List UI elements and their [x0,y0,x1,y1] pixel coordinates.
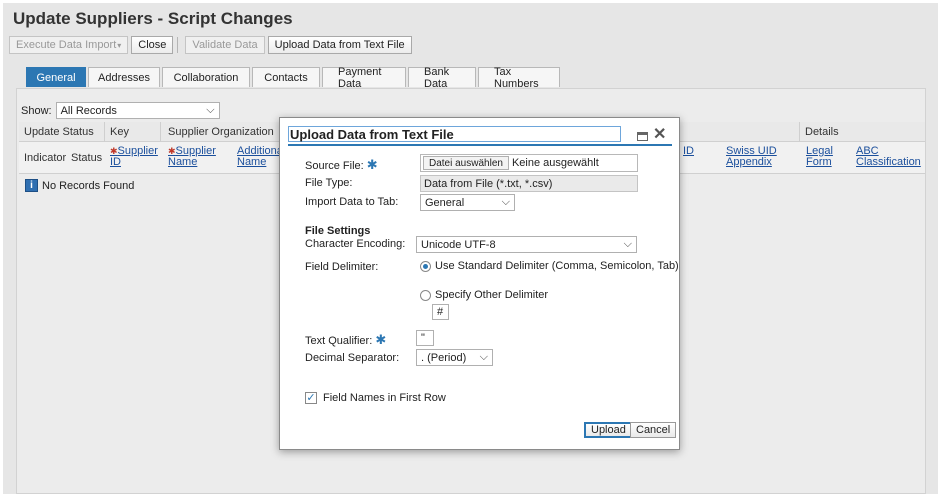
close-icon[interactable]: ✕ [653,127,666,143]
source-file-field: Datei auswählen Keine ausgewählt [420,154,638,172]
upload-data-button[interactable]: Upload Data from Text File [267,36,412,54]
tab-general[interactable]: General [26,67,86,87]
standard-delimiter-option[interactable]: Use Standard Delimiter (Comma, Semicolon… [420,260,679,272]
asterisk-icon: ✱ [366,157,378,172]
col-swiss-uid-appendix[interactable]: Swiss UID Appendix [726,146,777,168]
toolbar: Execute Data Import ▾ Close Validate Data… [6,34,938,56]
empty-state: i No Records Found [25,179,134,192]
chevron-down-icon: ⌵ [623,238,632,250]
other-delimiter-input[interactable]: # [432,304,449,320]
encoding-select[interactable]: Unicode UTF-8 ⌵ [416,236,637,253]
other-delimiter-option[interactable]: Specify Other Delimiter [420,289,548,301]
group-details: Details [805,126,839,138]
page-title: Update Suppliers - Script Changes [13,9,293,28]
decimal-separator-select[interactable]: . (Period) ⌵ [416,349,493,366]
dropdown-arrow-icon: ▾ [117,40,122,50]
source-file-label: Source File: ✱ [305,157,378,172]
info-icon: i [25,179,38,192]
filter-value: All Records [60,105,117,117]
maximize-icon[interactable] [637,132,648,141]
tab-payment-data[interactable]: Payment Data [322,66,406,90]
tab-strip: General Addresses Collaboration Contacts… [26,66,562,90]
col-id[interactable]: ID [683,146,694,157]
chevron-down-icon: ⌵ [501,196,510,208]
radio-selected[interactable] [420,260,431,272]
group-supplier-organization: Supplier Organization [168,126,274,138]
group-key: Key [110,126,129,138]
import-tab-select[interactable]: General ⌵ [420,194,515,211]
execute-data-import-button[interactable]: Execute Data Import ▾ [9,36,129,54]
tab-addresses[interactable]: Addresses [88,67,160,87]
file-type-label: File Type: [305,177,353,189]
tab-collaboration[interactable]: Collaboration [162,67,250,87]
file-type-field: Data from File (*.txt, *.csv) [420,175,638,192]
tab-contacts[interactable]: Contacts [252,67,320,87]
chevron-down-icon: ⌵ [206,104,215,116]
close-button[interactable]: Close [131,36,174,54]
asterisk-icon: ✱ [375,332,387,347]
col-status: Status [71,152,103,164]
col-supplier-name[interactable]: ✱Supplier Name [168,146,216,168]
title-underline [288,144,672,146]
encoding-label: Character Encoding: [305,238,406,250]
chevron-down-icon: ⌵ [479,351,488,363]
col-supplier-id[interactable]: ✱Supplier ID [110,146,158,168]
field-delimiter-label: Field Delimiter: [305,261,379,273]
filter-row: Show: All Records ⌵ [21,102,220,119]
radio-unselected[interactable] [420,289,431,301]
empty-message: No Records Found [42,179,135,192]
text-qualifier-input[interactable]: " [416,330,434,346]
filter-select[interactable]: All Records ⌵ [55,102,220,119]
col-legal-form[interactable]: Legal Form [806,146,833,168]
col-indicator: Indicator [24,152,67,164]
required-marker: ✱ [168,146,176,156]
checkbox-checked[interactable]: ✓ [305,392,317,404]
field-names-checkbox-row[interactable]: ✓ Field Names in First Row [305,392,446,404]
filter-label: Show: [21,104,52,117]
upload-dialog: Upload Data from Text File ✕ Source File… [279,117,680,450]
file-settings-heading: File Settings [305,225,371,237]
group-update-status: Update Status [24,126,94,138]
required-marker: ✱ [110,146,118,156]
upload-button[interactable]: Upload [584,422,633,438]
tab-bank-data[interactable]: Bank Data [408,66,476,90]
file-status: Keine ausgewählt [511,157,599,169]
validate-data-button[interactable]: Validate Data [185,36,265,54]
decimal-separator-label: Decimal Separator: [305,352,400,364]
text-qualifier-label: Text Qualifier: ✱ [305,332,387,347]
dialog-title: Upload Data from Text File [288,126,621,142]
choose-file-button[interactable]: Datei auswählen [423,156,509,170]
cancel-button[interactable]: Cancel [630,422,677,438]
import-tab-label: Import Data to Tab: [305,196,399,208]
toolbar-separator [177,37,179,53]
col-abc-classification[interactable]: ABC Classification [856,146,921,168]
tab-tax-numbers[interactable]: Tax Numbers [478,66,560,90]
